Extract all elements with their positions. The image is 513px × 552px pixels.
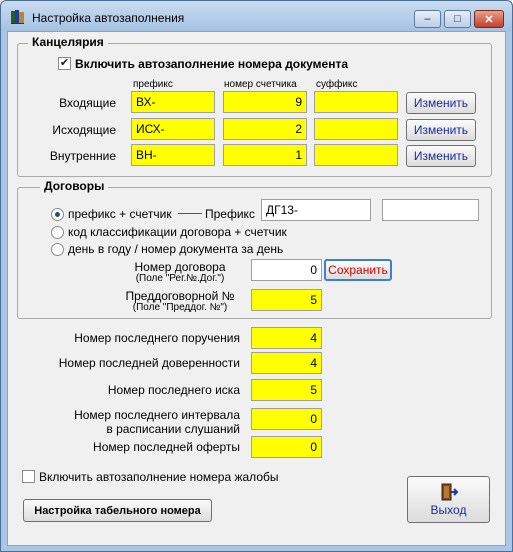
contracts-group-title: Договоры [40,179,109,193]
internal-suffix-field[interactable] [314,144,398,166]
app-books-icon [11,10,24,24]
title-bar: Настройка автозаполнения – □ ✕ [1,1,512,31]
contract-number-label: Номер договора (Поле "Рег.№.Дог.") [116,261,244,285]
window-title: Настройка автозаполнения [32,11,185,25]
row-internal-label: Внутренние [49,149,116,163]
counter-order-label: Номер последнего поручения [74,331,240,345]
contract-extra-field[interactable] [382,199,479,221]
option-prefix-counter-label: префикс + счетчик [68,207,172,221]
option-day-of-year-radio[interactable] [51,243,64,256]
counter-lawsuit-label: Номер последнего иска [107,383,240,397]
maximize-button[interactable]: □ [444,10,471,28]
prefix-label: Префикс [205,207,255,221]
complaint-autofill-label: Включить автозаполнение номера жалобы [39,470,279,484]
counter-power-of-attorney-label: Номер последней доверенности [58,356,240,370]
autofill-checkbox-label: Включить автозаполнение номера документа [75,57,349,71]
outgoing-suffix-field[interactable] [314,118,398,140]
counter-lawsuit-field[interactable]: 5 [251,379,322,401]
option-classification-label: код классификации договора + счетчик [68,225,287,239]
option-classification-radio[interactable] [51,226,64,239]
exit-button[interactable]: Выход [407,476,490,523]
counter-offer-field[interactable]: 0 [251,436,322,458]
option-day-of-year-label: день в году / номер документа за день [68,242,284,256]
contract-prefix-field[interactable]: ДГ13- [261,199,371,221]
contract-number-sub: (Поле "Рег.№.Дог.") [135,273,225,284]
chancellery-group-title: Канцелярия [28,35,108,49]
timesheet-number-button[interactable]: Настройка табельного номера [23,499,212,522]
outgoing-change-button[interactable]: Изменить [406,119,476,141]
row-outgoing-label: Исходящие [52,123,116,137]
col-counter-header: номер счетчика [224,79,297,90]
incoming-change-button[interactable]: Изменить [406,92,476,114]
save-button[interactable]: Сохранить [324,259,392,281]
counter-power-of-attorney-field[interactable]: 4 [251,352,322,374]
counter-order-field[interactable]: 4 [251,327,322,349]
counter-interval-field[interactable]: 0 [251,408,322,430]
pre-contract-sub: (Поле "Преддог. №") [132,302,228,313]
incoming-prefix-field[interactable]: ВХ- [131,91,215,113]
minimize-button[interactable]: – [414,10,441,28]
incoming-counter-field[interactable]: 9 [223,91,307,113]
option-prefix-counter-radio[interactable] [51,208,64,221]
close-button[interactable]: ✕ [474,10,504,28]
row-incoming-label: Входящие [59,96,116,110]
pre-contract-label: Преддоговорной № (Поле "Преддог. №") [116,290,244,314]
pre-contract-field[interactable]: 5 [251,289,322,311]
option-connector-line [178,213,202,214]
exit-door-icon [441,483,458,500]
exit-button-label: Выход [430,502,467,517]
complaint-autofill-checkbox[interactable] [22,470,35,483]
contract-number-field[interactable]: 0 [251,259,322,281]
counter-interval-label: Номер последнего интервала в расписании … [74,408,240,436]
internal-change-button[interactable]: Изменить [406,145,476,167]
settings-window: Настройка автозаполнения – □ ✕ Канцеляри… [0,0,513,552]
pre-contract-title: Преддоговорной № [125,289,235,303]
col-prefix-header: префикс [133,79,173,90]
counter-offer-label: Номер последней оферты [93,440,240,454]
contract-number-title: Номер договора [134,260,226,274]
outgoing-counter-field[interactable]: 2 [223,118,307,140]
internal-counter-field[interactable]: 1 [223,144,307,166]
col-suffix-header: суффикс [316,79,358,90]
window-client-area: Канцелярия ✔ Включить автозаполнение ном… [7,31,506,546]
outgoing-prefix-field[interactable]: ИСХ- [131,118,215,140]
incoming-suffix-field[interactable] [314,91,398,113]
internal-prefix-field[interactable]: ВН- [131,144,215,166]
autofill-checkbox[interactable]: ✔ [58,57,71,70]
